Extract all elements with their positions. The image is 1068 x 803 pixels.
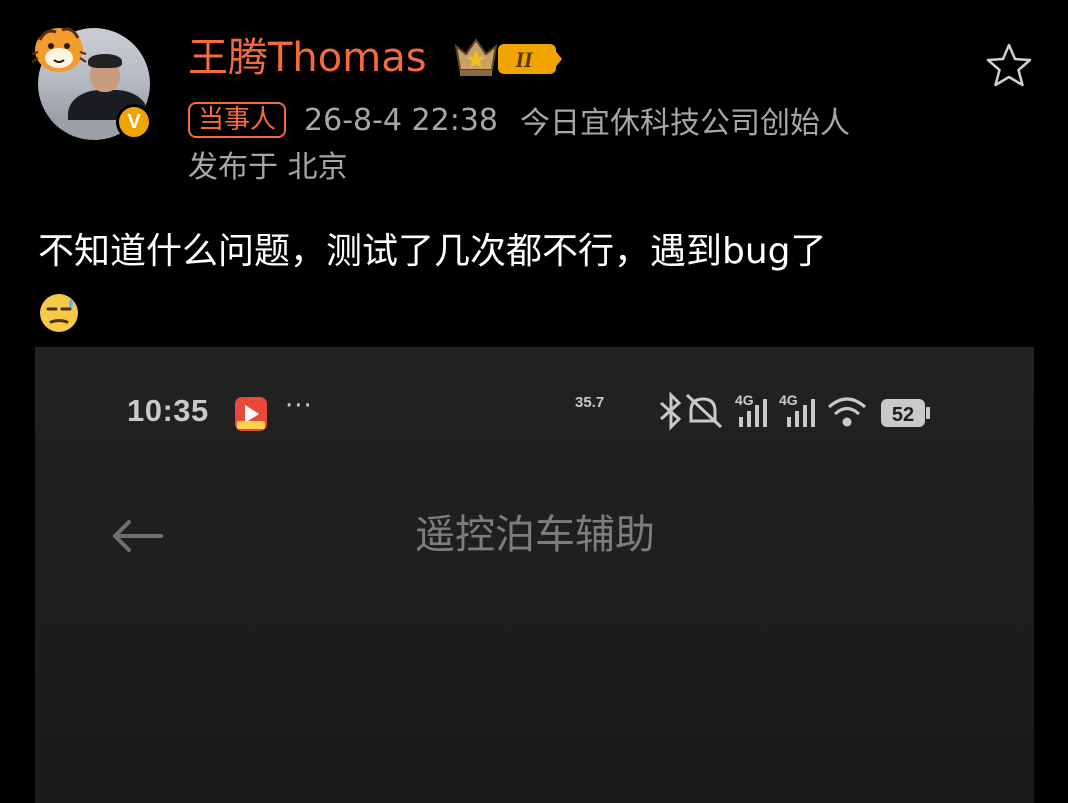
post-timestamp: 26-8-4 22:38 [304, 102, 499, 138]
mute-icon [685, 393, 723, 429]
network-speed: 35.7 [575, 394, 604, 411]
verified-badge-icon: V [116, 104, 152, 140]
embedded-screenshot[interactable]: 10:35 ··· 35.7 4G 4G 52 遥控泊车辅助 [35, 347, 1034, 803]
tiger-avatar-frame-icon [31, 27, 87, 72]
back-arrow-icon[interactable] [107, 515, 167, 557]
signal-2-label: 4G [779, 392, 798, 408]
avatar[interactable]: V [30, 18, 156, 144]
signal-1-label: 4G [735, 392, 754, 408]
role-tag: 当事人 [188, 102, 287, 138]
status-bar-time: 10:35 [127, 393, 209, 428]
level-badge-icon[interactable]: II [452, 36, 564, 80]
battery-level: 52 [892, 404, 914, 426]
status-bar-icons: 35.7 4G 4G 52 [575, 391, 930, 431]
post-location: 发布于 北京 [188, 150, 348, 185]
app-notification-icon [235, 397, 267, 431]
post-body: 不知道什么问题，测试了几次都不行，遇到bug了 [38, 222, 1038, 334]
status-more-icon: ··· [285, 391, 313, 421]
wifi-icon [828, 397, 866, 427]
sweat-face-icon [40, 294, 78, 332]
post-text: 不知道什么问题，测试了几次都不行，遇到bug了 [38, 231, 827, 272]
battery-icon: 52 [881, 399, 930, 427]
page-title: 遥控泊车辅助 [415, 512, 655, 558]
favorite-star-icon[interactable] [983, 40, 1035, 92]
username[interactable]: 王腾Thomas [188, 30, 427, 86]
bluetooth-icon [660, 391, 682, 431]
author-title: 今日宜休科技公司创始人 [520, 106, 851, 141]
post-meta: 当事人 26-8-4 22:38 今日宜休科技公司创始人 [188, 97, 872, 143]
level-badge-label: II [514, 47, 534, 72]
